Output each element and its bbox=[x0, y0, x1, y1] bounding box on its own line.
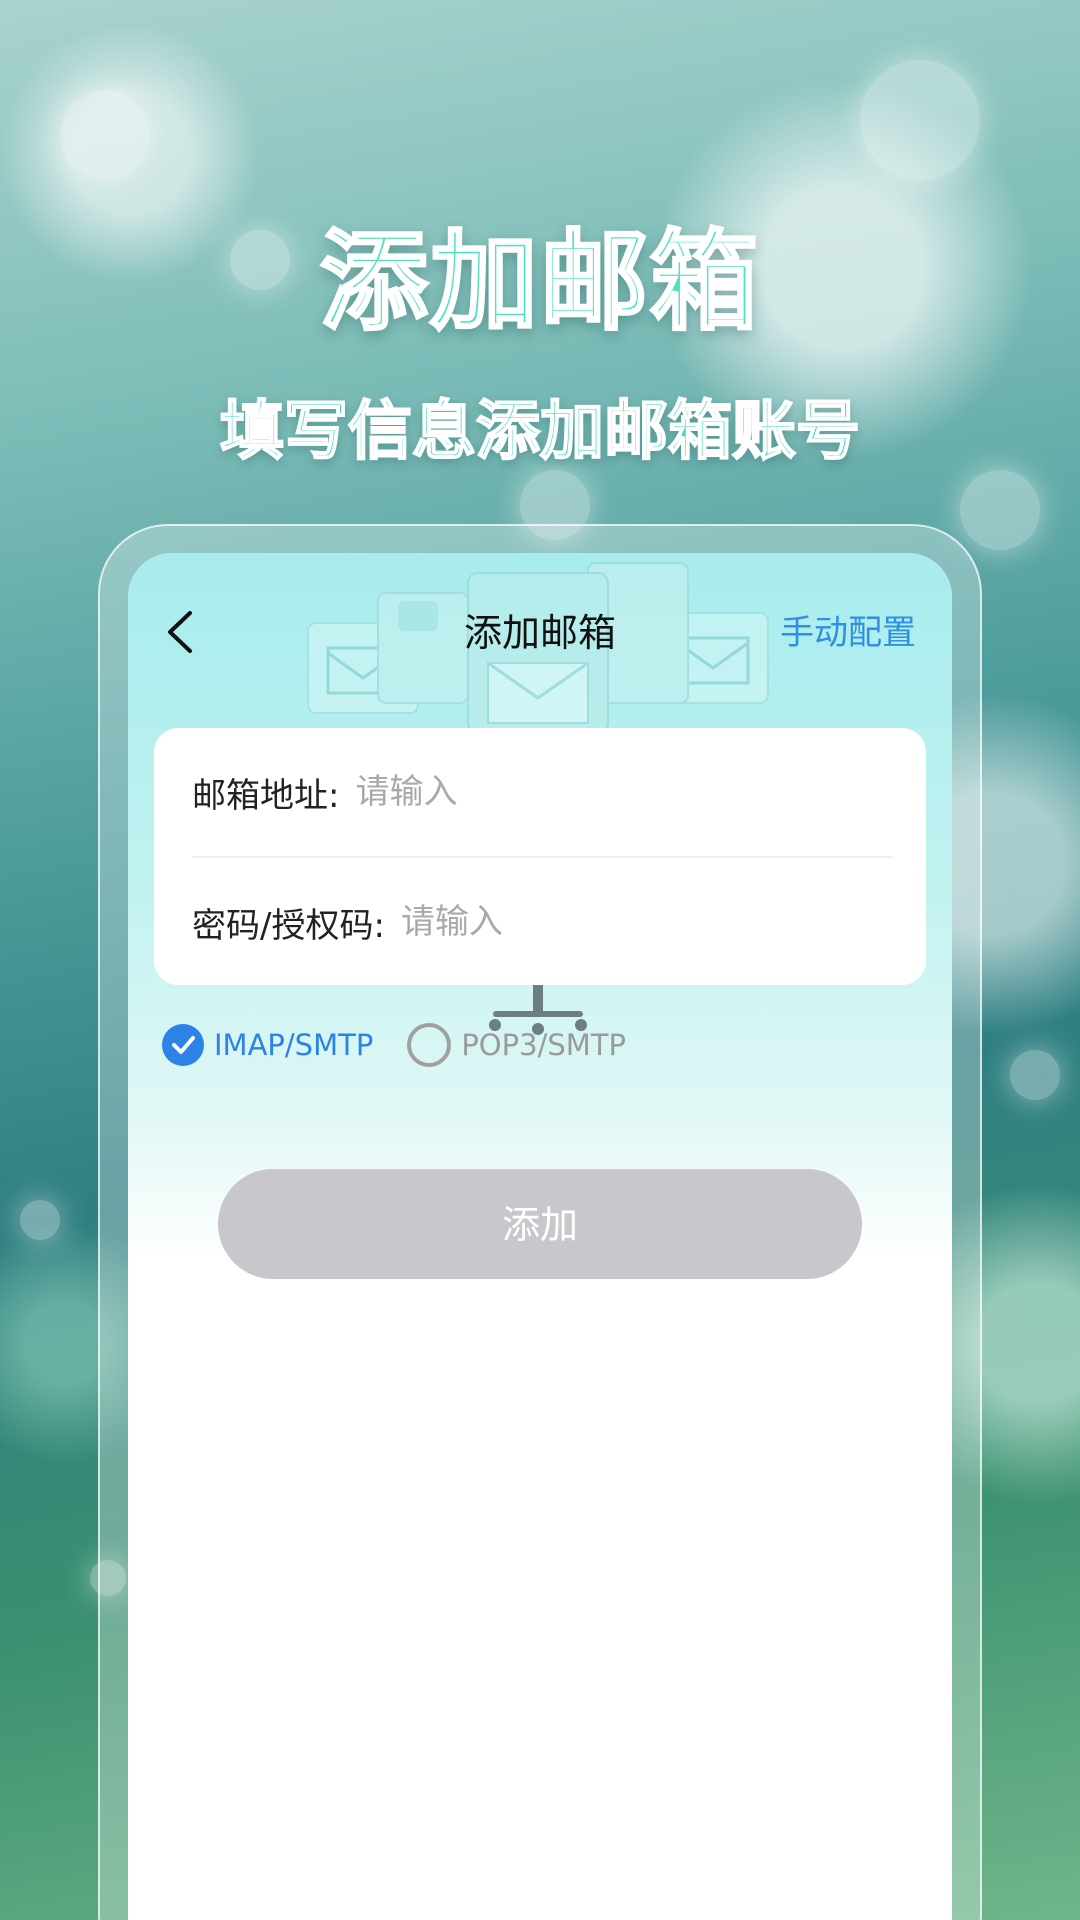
email-row: 邮箱地址: bbox=[192, 728, 892, 856]
checkmark-icon[interactable] bbox=[162, 1024, 204, 1066]
protocol-option-imap[interactable]: IMAP/SMTP bbox=[162, 1024, 373, 1066]
protocol-option-pop3[interactable]: POP3/SMTP bbox=[407, 1023, 626, 1067]
radio-unchecked-icon[interactable] bbox=[407, 1023, 452, 1067]
app-screen: 添加邮箱 手动配置 邮箱地址: 密码/授权码: bbox=[128, 553, 952, 1920]
bokeh-decoration bbox=[20, 1200, 60, 1240]
promo-title: 添加邮箱 bbox=[318, 219, 760, 347]
protocol-label-imap: IMAP/SMTP bbox=[214, 1028, 374, 1062]
password-label: 密码/授权码: bbox=[192, 905, 385, 946]
bokeh-decoration bbox=[960, 470, 1040, 550]
bokeh-decoration bbox=[860, 60, 980, 180]
password-row: 密码/授权码: bbox=[192, 858, 892, 986]
promo-page: 添加邮箱 填写信息添加邮箱账号 添加邮箱 手动配置 邮箱地址: 请输入 密码/授… bbox=[0, 0, 1080, 1920]
promo-subtitle: 填写信息添加邮箱账号 bbox=[219, 394, 861, 470]
login-form: 邮箱地址: 密码/授权码: bbox=[154, 728, 926, 985]
protocol-label-pop3: POP3/SMTP bbox=[461, 1028, 626, 1062]
manual-config-button[interactable]: 手动配置 bbox=[780, 593, 916, 673]
email-input[interactable] bbox=[353, 771, 892, 813]
bokeh-decoration bbox=[1010, 1050, 1060, 1100]
bokeh-decoration bbox=[60, 90, 150, 180]
password-input[interactable] bbox=[398, 901, 892, 943]
add-button[interactable]: 添加 bbox=[218, 1169, 862, 1279]
protocol-selector: IMAP/SMTP POP3/SMTP bbox=[162, 1021, 660, 1069]
email-label: 邮箱地址: bbox=[192, 775, 340, 816]
nav-bar: 添加邮箱 手动配置 bbox=[128, 593, 952, 673]
